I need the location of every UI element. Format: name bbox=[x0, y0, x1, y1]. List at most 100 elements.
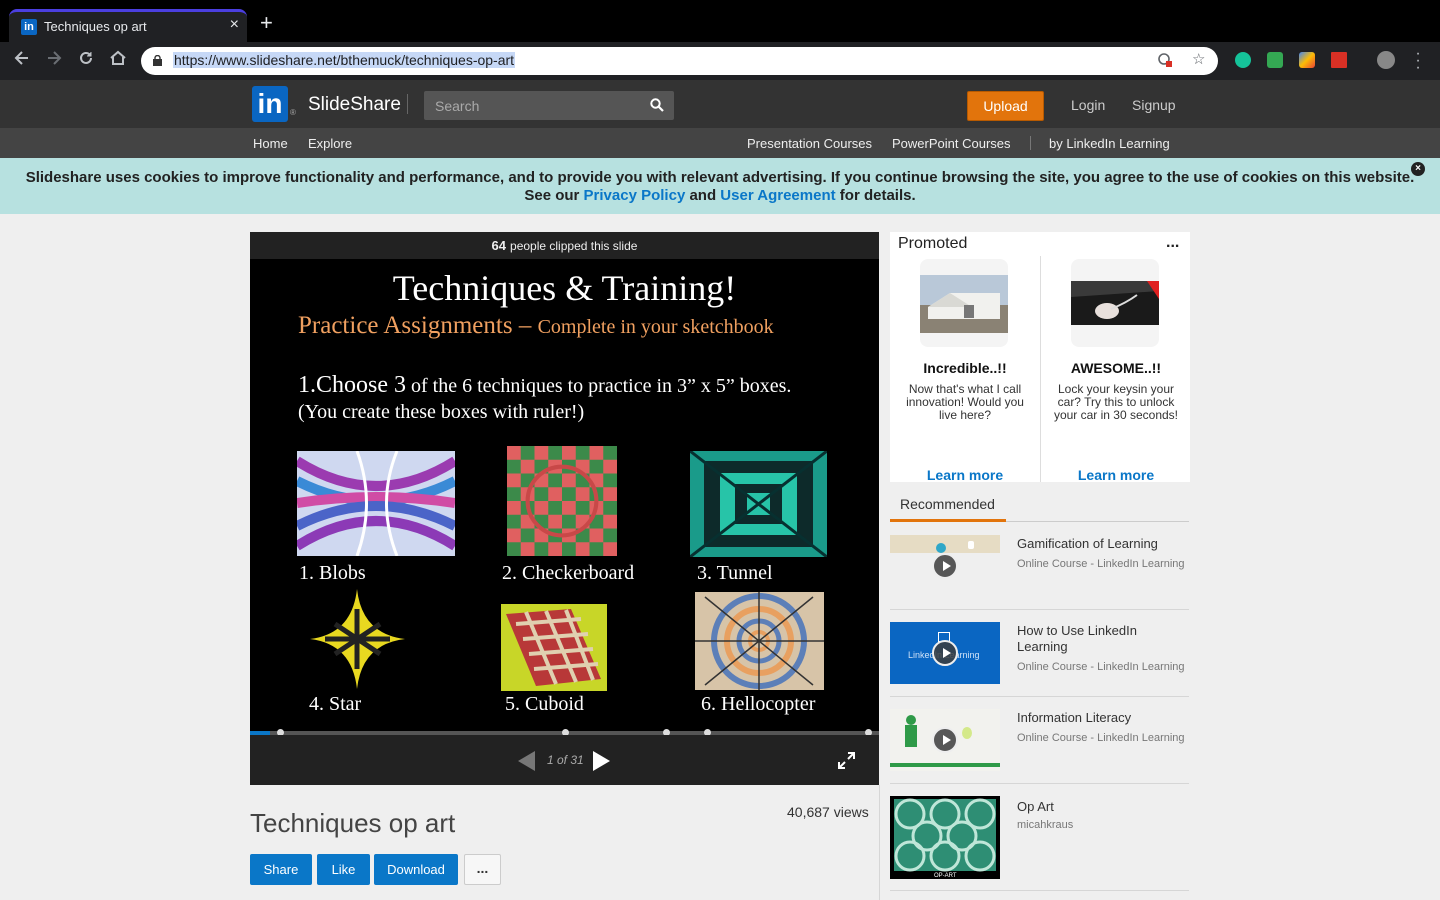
slide-canvas[interactable]: Techniques & Training! Practice Assignme… bbox=[250, 259, 879, 729]
brand-name[interactable]: SlideShare bbox=[308, 94, 401, 116]
technique-label: 4. Star bbox=[309, 693, 362, 715]
technique-label: 5. Cuboid bbox=[505, 693, 584, 715]
play-icon[interactable] bbox=[932, 553, 958, 579]
sub-navigation: Home Explore Presentation Courses PowerP… bbox=[0, 128, 1440, 158]
classroom-extension-icon[interactable] bbox=[1267, 52, 1283, 68]
play-icon[interactable] bbox=[932, 727, 958, 753]
reload-icon[interactable] bbox=[74, 49, 98, 72]
nav-home[interactable]: Home bbox=[253, 136, 288, 151]
next-slide-icon[interactable] bbox=[593, 751, 610, 771]
slide-instructions: 1.Choose 3 of the 6 techniques to practi… bbox=[298, 372, 791, 425]
promoted-panel: Promoted ... Incredible..!! Now that's w… bbox=[890, 232, 1191, 483]
url-text[interactable]: https://www.slideshare.net/bthemuck/tech… bbox=[173, 52, 516, 68]
tab-recommended[interactable]: Recommended bbox=[890, 492, 1006, 522]
like-button[interactable]: Like bbox=[317, 854, 370, 885]
recommended-subtitle: micahkraus bbox=[1017, 819, 1074, 831]
recommended-subtitle: Online Course - LinkedIn Learning bbox=[1017, 732, 1185, 744]
recommended-item[interactable]: LinkedIn Learning How to Use LinkedIn Le… bbox=[890, 622, 1189, 697]
browser-tab[interactable]: in Techniques op art × bbox=[9, 9, 247, 42]
recommended-title[interactable]: Gamification of Learning bbox=[1017, 536, 1187, 552]
login-link[interactable]: Login bbox=[1071, 97, 1105, 113]
recommended-subtitle: Online Course - LinkedIn Learning bbox=[1017, 661, 1185, 673]
previous-slide-icon[interactable] bbox=[518, 751, 535, 771]
recommended-title[interactable]: Op Art bbox=[1017, 799, 1187, 815]
cookie-and: and bbox=[689, 187, 717, 204]
user-agreement-link[interactable]: User Agreement bbox=[720, 187, 835, 204]
promoted-label: Promoted bbox=[898, 235, 968, 252]
learn-more-link[interactable]: Learn more bbox=[1041, 467, 1191, 483]
header-divider bbox=[407, 94, 408, 114]
tunnel-image bbox=[690, 451, 827, 557]
browser-tab-strip: in Techniques op art × + bbox=[0, 0, 1440, 42]
tab-close-icon[interactable]: × bbox=[230, 16, 239, 34]
linkedin-logo-icon[interactable]: in bbox=[252, 86, 288, 122]
search-icon[interactable] bbox=[650, 98, 664, 112]
clip-count: 64 bbox=[491, 238, 507, 253]
linkedin-favicon-icon: in bbox=[21, 19, 37, 35]
recommended-item[interactable]: Gamification of Learning Online Course -… bbox=[890, 535, 1189, 610]
site-header: in ® SlideShare Upload Login Signup bbox=[0, 80, 1440, 128]
share-button[interactable]: Share bbox=[250, 854, 312, 885]
forward-icon[interactable] bbox=[42, 49, 66, 72]
learn-more-link[interactable]: Learn more bbox=[890, 467, 1040, 483]
search-box bbox=[424, 91, 674, 120]
thumbnail-text: OP-ART bbox=[934, 873, 957, 879]
bookmark-star-icon[interactable]: ☆ bbox=[1192, 50, 1205, 68]
recommended-item[interactable]: Information Literacy Online Course - Lin… bbox=[890, 709, 1189, 784]
slide-title: Techniques & Training! bbox=[392, 268, 737, 308]
promo-title: Incredible..!! bbox=[923, 360, 1007, 376]
recommended-title[interactable]: Information Literacy bbox=[1017, 710, 1187, 726]
promo-image-car bbox=[1071, 259, 1159, 347]
slide-subtitle-rest: Complete in your sketchbook bbox=[537, 316, 774, 338]
promo-card[interactable]: AWESOME..!! Lock your keysin your car? T… bbox=[1041, 257, 1191, 483]
browser-toolbar: https://www.slideshare.net/bthemuck/tech… bbox=[0, 42, 1440, 80]
recommended-item[interactable]: OP-ART Op Art micahkraus bbox=[890, 796, 1189, 891]
colorful-extension-icon[interactable] bbox=[1299, 52, 1315, 68]
new-tab-button[interactable]: + bbox=[260, 12, 273, 34]
chrome-menu-icon[interactable]: · · · bbox=[1413, 46, 1423, 76]
cookie-for-details: for details. bbox=[839, 187, 916, 204]
nav-explore[interactable]: Explore bbox=[308, 136, 352, 151]
cuboid-image bbox=[501, 604, 607, 691]
registered-mark: ® bbox=[290, 108, 296, 117]
player-controls: 1 of 31 bbox=[250, 735, 879, 785]
recommended-subtitle: Online Course - LinkedIn Learning bbox=[1017, 558, 1185, 570]
promo-text: Now that's what I call innovation! Would… bbox=[906, 382, 1024, 422]
fullscreen-icon[interactable] bbox=[838, 752, 855, 769]
cookie-close-icon[interactable]: × bbox=[1411, 162, 1425, 176]
column-divider bbox=[879, 785, 880, 900]
upload-button[interactable]: Upload bbox=[967, 91, 1044, 121]
technique-label: 3. Tunnel bbox=[697, 562, 773, 584]
profile-avatar[interactable] bbox=[1377, 51, 1395, 69]
search-input[interactable] bbox=[424, 91, 644, 120]
tab-title: Techniques op art bbox=[44, 19, 147, 34]
signup-link[interactable]: Signup bbox=[1132, 97, 1176, 113]
promo-card[interactable]: Incredible..!! Now that's what I call in… bbox=[890, 257, 1040, 483]
address-bar[interactable]: https://www.slideshare.net/bthemuck/tech… bbox=[141, 47, 1218, 75]
clip-text: people clipped this slide bbox=[510, 239, 638, 253]
red-book-extension-icon[interactable] bbox=[1331, 52, 1347, 68]
back-icon[interactable] bbox=[10, 49, 34, 72]
recommended-title[interactable]: How to Use LinkedIn Learning bbox=[1017, 623, 1187, 655]
home-icon[interactable] bbox=[106, 49, 130, 72]
play-icon[interactable] bbox=[932, 640, 958, 666]
nav-by-linkedin-learning[interactable]: by LinkedIn Learning bbox=[1049, 136, 1170, 151]
instr-line2: (You create these boxes with ruler!) bbox=[298, 401, 585, 423]
instr-rest: of the 6 techniques to practice in 3” x … bbox=[406, 375, 792, 397]
promoted-menu-icon[interactable]: ... bbox=[1166, 234, 1179, 252]
cookie-blocked-icon[interactable] bbox=[1157, 52, 1173, 72]
clip-bar[interactable]: 64 people clipped this slide bbox=[250, 232, 879, 259]
privacy-policy-link[interactable]: Privacy Policy bbox=[584, 187, 686, 204]
nav-presentation-courses[interactable]: Presentation Courses bbox=[747, 136, 872, 151]
nav-powerpoint-courses[interactable]: PowerPoint Courses bbox=[892, 136, 1011, 151]
subnav-divider bbox=[1030, 136, 1031, 150]
download-button[interactable]: Download bbox=[374, 854, 458, 885]
cookie-links-line: See our Privacy Policy and User Agreemen… bbox=[0, 187, 1440, 205]
promo-text: Lock your keysin your car? Try this to u… bbox=[1053, 382, 1179, 422]
more-actions-button[interactable]: ... bbox=[464, 854, 501, 885]
technique-label: 1. Blobs bbox=[299, 562, 366, 584]
grammarly-extension-icon[interactable] bbox=[1235, 52, 1251, 68]
slide-player: 64 people clipped this slide Techniques &… bbox=[250, 232, 879, 785]
recommended-thumbnail: OP-ART bbox=[890, 796, 1000, 879]
blobs-image bbox=[297, 451, 455, 556]
